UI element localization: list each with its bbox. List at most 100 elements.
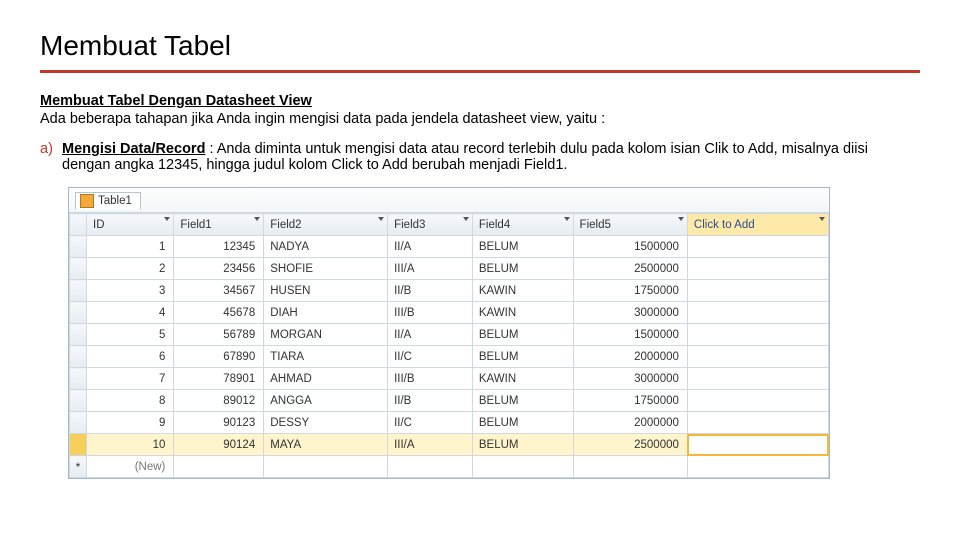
cell-field3[interactable]: III/A — [388, 434, 473, 456]
cell-id[interactable]: 1 — [87, 236, 174, 258]
col-header-field4[interactable]: Field4 — [472, 214, 573, 236]
cell-field1[interactable]: 45678 — [174, 302, 264, 324]
cell-field2[interactable]: MAYA — [264, 434, 388, 456]
col-header-field3[interactable]: Field3 — [388, 214, 473, 236]
cell-id[interactable]: 9 — [87, 412, 174, 434]
cell-click-to-add[interactable] — [687, 346, 828, 368]
cell-field2[interactable]: HUSEN — [264, 280, 388, 302]
row-selector[interactable] — [70, 280, 87, 302]
cell-field5[interactable]: 2000000 — [573, 412, 687, 434]
col-header-field2[interactable]: Field2 — [264, 214, 388, 236]
row-selector[interactable] — [70, 346, 87, 368]
cell-click-to-add[interactable] — [687, 258, 828, 280]
cell-field1[interactable]: 67890 — [174, 346, 264, 368]
cell-field1[interactable]: 90123 — [174, 412, 264, 434]
cell-field4[interactable]: BELUM — [472, 258, 573, 280]
cell-click-to-add[interactable] — [687, 302, 828, 324]
cell-field2[interactable]: AHMAD — [264, 368, 388, 390]
cell-field5[interactable]: 1750000 — [573, 390, 687, 412]
cell-field5[interactable]: 1500000 — [573, 236, 687, 258]
cell-field1[interactable]: 78901 — [174, 368, 264, 390]
cell-field2[interactable]: SHOFIE — [264, 258, 388, 280]
row-selector[interactable] — [70, 368, 87, 390]
cell-field3[interactable]: II/B — [388, 390, 473, 412]
cell-click-to-add[interactable] — [687, 412, 828, 434]
cell-field2[interactable]: DESSY — [264, 412, 388, 434]
cell-field2[interactable]: NADYA — [264, 236, 388, 258]
cell-id[interactable]: 6 — [87, 346, 174, 368]
cell-field2[interactable]: TIARA — [264, 346, 388, 368]
cell-id[interactable]: 2 — [87, 258, 174, 280]
cell-new-f5[interactable] — [573, 456, 687, 478]
cell-field4[interactable]: BELUM — [472, 324, 573, 346]
cell-id[interactable]: 7 — [87, 368, 174, 390]
col-header-field1[interactable]: Field1 — [174, 214, 264, 236]
cell-field3[interactable]: II/B — [388, 280, 473, 302]
row-selector[interactable] — [70, 434, 87, 456]
cell-field5[interactable]: 2000000 — [573, 346, 687, 368]
cell-field1[interactable]: 23456 — [174, 258, 264, 280]
cell-field1[interactable]: 56789 — [174, 324, 264, 346]
row-selector-new[interactable]: * — [70, 456, 87, 478]
cell-click-to-add[interactable] — [687, 280, 828, 302]
cell-new-f2[interactable] — [264, 456, 388, 478]
cell-field4[interactable]: BELUM — [472, 434, 573, 456]
cell-field2[interactable]: DIAH — [264, 302, 388, 324]
cell-field4[interactable]: BELUM — [472, 236, 573, 258]
cell-field3[interactable]: II/A — [388, 236, 473, 258]
cell-id[interactable]: 8 — [87, 390, 174, 412]
cell-field5[interactable]: 3000000 — [573, 368, 687, 390]
cell-click-to-add[interactable] — [687, 236, 828, 258]
cell-field1[interactable]: 34567 — [174, 280, 264, 302]
cell-click-to-add[interactable] — [687, 368, 828, 390]
cell-field4[interactable]: BELUM — [472, 390, 573, 412]
cell-field3[interactable]: III/B — [388, 302, 473, 324]
cell-click-to-add[interactable] — [687, 434, 828, 456]
cell-id[interactable]: 10 — [87, 434, 174, 456]
cell-field3[interactable]: II/C — [388, 346, 473, 368]
cell-field3[interactable]: II/C — [388, 412, 473, 434]
cell-field4[interactable]: KAWIN — [472, 368, 573, 390]
cell-field4[interactable]: KAWIN — [472, 280, 573, 302]
cell-new-add[interactable] — [687, 456, 828, 478]
cell-field5[interactable]: 1750000 — [573, 280, 687, 302]
cell-id[interactable]: 4 — [87, 302, 174, 324]
cell-field3[interactable]: III/B — [388, 368, 473, 390]
col-header-id[interactable]: ID — [87, 214, 174, 236]
datasheet-tab[interactable]: Table1 — [75, 192, 141, 210]
cell-id[interactable]: 3 — [87, 280, 174, 302]
cell-field1[interactable]: 90124 — [174, 434, 264, 456]
row-selector[interactable] — [70, 324, 87, 346]
row-selector[interactable] — [70, 412, 87, 434]
cell-field1[interactable]: 12345 — [174, 236, 264, 258]
cell-field5[interactable]: 1500000 — [573, 324, 687, 346]
cell-new-f4[interactable] — [472, 456, 573, 478]
cell-field4[interactable]: BELUM — [472, 346, 573, 368]
cell-field2[interactable]: MORGAN — [264, 324, 388, 346]
cell-field5[interactable]: 2500000 — [573, 434, 687, 456]
col-header-field5[interactable]: Field5 — [573, 214, 687, 236]
cell-field5[interactable]: 2500000 — [573, 258, 687, 280]
row-selector-header[interactable] — [70, 214, 87, 236]
cell-field3[interactable]: III/A — [388, 258, 473, 280]
table-row: 778901AHMADIII/BKAWIN3000000 — [70, 368, 829, 390]
cell-click-to-add[interactable] — [687, 390, 828, 412]
cell-click-to-add[interactable] — [687, 324, 828, 346]
row-selector[interactable] — [70, 390, 87, 412]
page-title: Membuat Tabel — [40, 30, 920, 62]
cell-new-id[interactable]: (New) — [87, 456, 174, 478]
cell-field5[interactable]: 3000000 — [573, 302, 687, 324]
row-selector[interactable] — [70, 236, 87, 258]
cell-new-f1[interactable] — [174, 456, 264, 478]
cell-id[interactable]: 5 — [87, 324, 174, 346]
cell-field1[interactable]: 89012 — [174, 390, 264, 412]
col-header-click-to-add[interactable]: Click to Add — [687, 214, 828, 236]
cell-new-f3[interactable] — [388, 456, 473, 478]
cell-field4[interactable]: KAWIN — [472, 302, 573, 324]
cell-field2[interactable]: ANGGA — [264, 390, 388, 412]
col-header-f4-label: Field4 — [479, 219, 510, 231]
row-selector[interactable] — [70, 258, 87, 280]
cell-field4[interactable]: BELUM — [472, 412, 573, 434]
row-selector[interactable] — [70, 302, 87, 324]
cell-field3[interactable]: II/A — [388, 324, 473, 346]
